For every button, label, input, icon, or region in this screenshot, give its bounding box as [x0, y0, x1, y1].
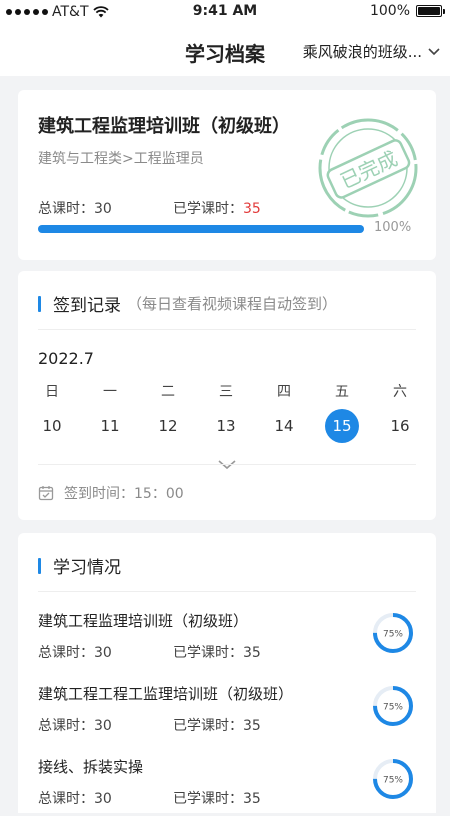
svg-text:75%: 75% [383, 703, 403, 713]
total-hours-label: 总课时： [38, 201, 94, 217]
total-hours-label: 总课时： [38, 791, 94, 807]
checkin-time-text: 签到时间：15：00 [64, 486, 184, 502]
study-item[interactable]: 建筑工程监理培训班（初级班） 总课时：30 已学课时：35 75% [38, 610, 418, 670]
checkin-time: 签到时间：15：00 [38, 483, 184, 503]
day-number: 12 [158, 417, 178, 435]
nav-bar: 学习档案 乘风破浪的班级... [0, 24, 450, 76]
class-selector-label: 乘风破浪的班级... [302, 43, 422, 61]
day-number: 16 [390, 417, 410, 435]
learned-hours-label: 已学课时： [173, 791, 243, 807]
day-number: 11 [100, 417, 120, 435]
weekday-label: 二 [161, 384, 175, 400]
checkin-header: 签到记录 （每日查看视频课程自动签到） [38, 291, 337, 316]
calendar-day[interactable]: 10 [23, 409, 81, 443]
expand-calendar-icon[interactable] [218, 460, 236, 470]
weekday-label: 四 [277, 384, 291, 400]
calendar-day[interactable]: 16 [371, 409, 429, 443]
calendar-day[interactable]: 12 [139, 409, 197, 443]
calendar-day[interactable]: 14 [255, 409, 313, 443]
learned-hours: 已学课时：35 [173, 715, 261, 735]
total-hours-value: 30 [94, 791, 112, 807]
calendar-month: 2022.7 [38, 349, 94, 368]
study-item-hours: 总课时：30 已学课时：35 [38, 715, 338, 735]
day-row: 10 11 12 13 14 15 16 [18, 409, 436, 443]
course-category: 建筑与工程类>工程监理员 [38, 151, 204, 167]
divider [38, 464, 416, 465]
learned-hours-label: 已学课时： [173, 645, 243, 661]
study-item-hours: 总课时：30 已学课时：35 [38, 642, 338, 662]
course-progress-percent: 100% [374, 220, 412, 235]
status-bar: AT&T 9:41 AM 100% [0, 0, 450, 24]
day-number: 10 [42, 417, 62, 435]
study-card: 学习情况 建筑工程监理培训班（初级班） 总课时：30 已学课时：35 75% 建… [18, 533, 436, 813]
study-item-name: 建筑工程工程工监理培训班（初级班） [38, 685, 294, 703]
calendar-check-icon [38, 486, 54, 501]
course-title: 建筑工程监理培训班（初级班） [38, 116, 290, 137]
divider [38, 329, 416, 330]
study-item-hours: 总课时：30 已学课时：35 [38, 788, 338, 808]
total-hours-value: 30 [94, 718, 112, 734]
checkin-card: 签到记录 （每日查看视频课程自动签到） 2022.7 日 一 二 三 四 五 六… [18, 271, 436, 520]
study-item[interactable]: 建筑工程工程工监理培训班（初级班） 总课时：30 已学课时：35 75% [38, 683, 418, 743]
checkin-title: 签到记录 [53, 296, 121, 316]
learned-hours: 已学课时：35 [173, 788, 261, 808]
learned-hours-value: 35 [243, 791, 261, 807]
course-progress-bar [38, 225, 364, 233]
total-hours-label: 总课时： [38, 645, 94, 661]
class-selector[interactable]: 乘风破浪的班级... [303, 41, 440, 62]
weekday-label: 五 [335, 384, 349, 400]
total-hours-value: 30 [94, 645, 112, 661]
learned-hours-label: 已学课时： [173, 201, 243, 217]
chevron-down-icon [428, 47, 440, 55]
weekday-label: 一 [103, 384, 117, 400]
svg-text:75%: 75% [383, 630, 403, 640]
divider [38, 591, 416, 592]
day-number: 15 [325, 409, 359, 443]
battery-percent: 100% [369, 3, 410, 19]
study-item[interactable]: 接线、拆装实操 总课时：30 已学课时：35 75% [38, 756, 418, 816]
study-item-name: 建筑工程监理培训班（初级班） [38, 612, 249, 630]
section-marker [38, 557, 41, 574]
svg-text:75%: 75% [383, 776, 403, 786]
study-header: 学习情况 [38, 553, 121, 578]
learned-hours: 已学课时：35 [173, 198, 261, 218]
study-item-name: 接线、拆装实操 [38, 758, 144, 776]
calendar-day[interactable]: 15 [313, 409, 371, 443]
calendar-day[interactable]: 11 [81, 409, 139, 443]
weekday-label: 六 [393, 384, 407, 400]
learned-hours-label: 已学课时： [173, 718, 243, 734]
section-marker [38, 295, 41, 312]
progress-ring: 75% [373, 686, 413, 726]
course-card[interactable]: 建筑工程监理培训班（初级班） 建筑与工程类>工程监理员 总课时：30 已学课时：… [18, 90, 436, 260]
progress-ring: 75% [373, 759, 413, 799]
total-hours-label: 总课时： [38, 718, 94, 734]
day-number: 14 [274, 417, 294, 435]
total-hours-value: 30 [94, 201, 112, 217]
battery-icon [416, 5, 445, 17]
learned-hours-value: 35 [243, 201, 261, 217]
learned-hours-value: 35 [243, 718, 261, 734]
progress-ring: 75% [373, 613, 413, 653]
course-progress-fill [38, 225, 364, 233]
weekday-label: 日 [45, 384, 59, 400]
completed-stamp-icon: 已完成 [318, 118, 418, 218]
calendar-day[interactable]: 13 [197, 409, 255, 443]
day-number: 13 [216, 417, 236, 435]
checkin-note: （每日查看视频课程自动签到） [127, 295, 338, 313]
learned-hours: 已学课时：35 [173, 642, 261, 662]
battery-status: 100% [369, 3, 445, 19]
weekday-label: 三 [219, 384, 233, 400]
learned-hours-value: 35 [243, 645, 261, 661]
study-title: 学习情况 [53, 558, 121, 578]
